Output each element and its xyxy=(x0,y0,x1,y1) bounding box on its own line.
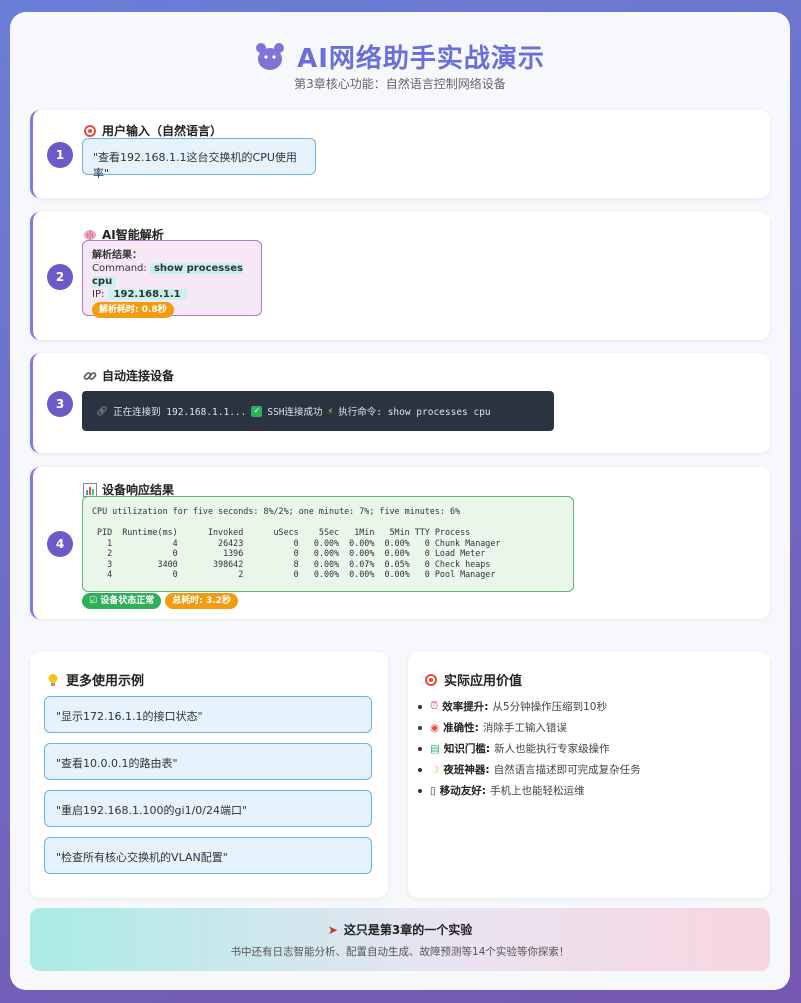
step-number: 3 xyxy=(47,391,73,417)
parse-label: 解析结果： xyxy=(92,250,142,261)
example-item[interactable]: "重启192.168.1.100的gi1/0/24端口" xyxy=(44,790,372,827)
chart-icon xyxy=(83,482,97,497)
value-item: ☽ 夜班神器: 自然语言描述即可完成复杂任务 xyxy=(418,759,641,780)
terminal-box: 🔗︎ 正在连接到 192.168.1.1... ✓ SSH连接成功 ⚡︎ 执行命… xyxy=(82,391,554,431)
exec-text: 执行命令: show processes cpu xyxy=(338,407,491,418)
examples-title: 更多使用示例 xyxy=(46,670,144,689)
rocket-icon: ➤ xyxy=(327,922,338,937)
example-item[interactable]: "显示172.16.1.1的接口状态" xyxy=(44,696,372,733)
step-response: 4 设备响应结果 CPU utilization for five second… xyxy=(30,467,770,619)
step-ai-parse: 2 AI智能解析 解析结果： Command: show processes c… xyxy=(30,212,770,340)
footer-banner: ➤ 这只是第3章的一个实验 书中还有日志智能分析、配置自动生成、故障预测等14个… xyxy=(30,908,770,971)
parse-result-box: 解析结果： Command: show processes cpu IP: 19… xyxy=(82,240,262,318)
step-number: 1 xyxy=(47,142,73,168)
parse-time-badge: 解析耗时: 0.8秒 xyxy=(92,302,174,318)
link-icon: 🔗︎ xyxy=(96,405,109,417)
example-item[interactable]: "查看10.0.0.1的路由表" xyxy=(44,743,372,780)
target-icon: ◉ xyxy=(430,721,440,734)
link-icon xyxy=(83,371,97,380)
user-query: "查看192.168.1.1这台交换机的CPU使用率" xyxy=(82,138,316,180)
ip-label: IP: xyxy=(92,289,105,300)
value-item: ⏰︎ 效率提升: 从5分钟操作压缩到10秒 xyxy=(418,696,641,717)
moon-icon: ☽ xyxy=(430,763,440,776)
bear-icon xyxy=(256,42,285,70)
page-title: AI网络助手实战演示 xyxy=(297,44,545,74)
ssh-ok-text: SSH连接成功 xyxy=(267,407,323,418)
step-number: 4 xyxy=(47,531,73,557)
example-item[interactable]: "检查所有核心交换机的VLAN配置" xyxy=(44,837,372,874)
main-card: AI网络助手实战演示 第3章核心功能：自然语言控制网络设备 1 用户输入（自然语… xyxy=(10,12,790,990)
status-badge: ☑ 设备状态正常 xyxy=(82,593,162,609)
target-icon xyxy=(425,673,437,686)
value-item: ▯ 移动友好: 手机上也能轻松运维 xyxy=(418,780,641,801)
footer-subtitle: 书中还有日志智能分析、配置自动生成、故障预测等14个实验等你探索！ xyxy=(230,946,570,958)
device-output: CPU utilization for five seconds: 8%/2%;… xyxy=(82,496,574,592)
step-connect: 3 自动连接设备 🔗︎ 正在连接到 192.168.1.1... ✓ SSH连接… xyxy=(30,353,770,453)
check-icon: ✓ xyxy=(251,405,263,417)
value-list: ⏰︎ 效率提升: 从5分钟操作压缩到10秒 ◉ 准确性: 消除手工输入错误 ▤ 知识门槛:… xyxy=(418,696,641,801)
command-label: Command: xyxy=(92,263,147,274)
total-time-badge: 总耗时: 3.2秒 xyxy=(165,593,238,609)
step-user-input: 1 用户输入（自然语言） "查看192.168.1.1这台交换机的CPU使用率" xyxy=(30,110,770,198)
alarm-clock-icon: ⏰︎ xyxy=(430,700,439,712)
value-panel: 实际应用价值 ⏰︎ 效率提升: 从5分钟操作压缩到10秒 ◉ 准确性: 消除手工输入错误… xyxy=(408,652,770,898)
step-number: 2 xyxy=(47,264,73,290)
connecting-text: 正在连接到 192.168.1.1... xyxy=(113,407,247,418)
value-title: 实际应用价值 xyxy=(424,670,522,689)
phone-icon: ▯ xyxy=(430,784,436,797)
value-item: ▤ 知识门槛: 新人也能执行专家级操作 xyxy=(418,738,641,759)
value-item: ◉ 准确性: 消除手工输入错误 xyxy=(418,717,641,738)
lightbulb-icon xyxy=(48,673,58,686)
page-subtitle: 第3章核心功能：自然语言控制网络设备 xyxy=(294,77,506,91)
examples-panel: 更多使用示例 "显示172.16.1.1的接口状态" "查看10.0.0.1的路… xyxy=(30,652,388,898)
lightning-icon: ⚡︎ xyxy=(327,405,334,417)
target-icon xyxy=(84,124,96,137)
books-icon: ▤ xyxy=(430,742,440,755)
footer-title: ➤ 这只是第3章的一个实验 xyxy=(327,922,473,938)
step-title: 用户输入（自然语言） xyxy=(83,122,222,139)
header: AI网络助手实战演示 xyxy=(10,38,790,75)
ip-value: 192.168.1.1 xyxy=(107,289,187,300)
step-title: 自动连接设备 xyxy=(83,367,174,384)
